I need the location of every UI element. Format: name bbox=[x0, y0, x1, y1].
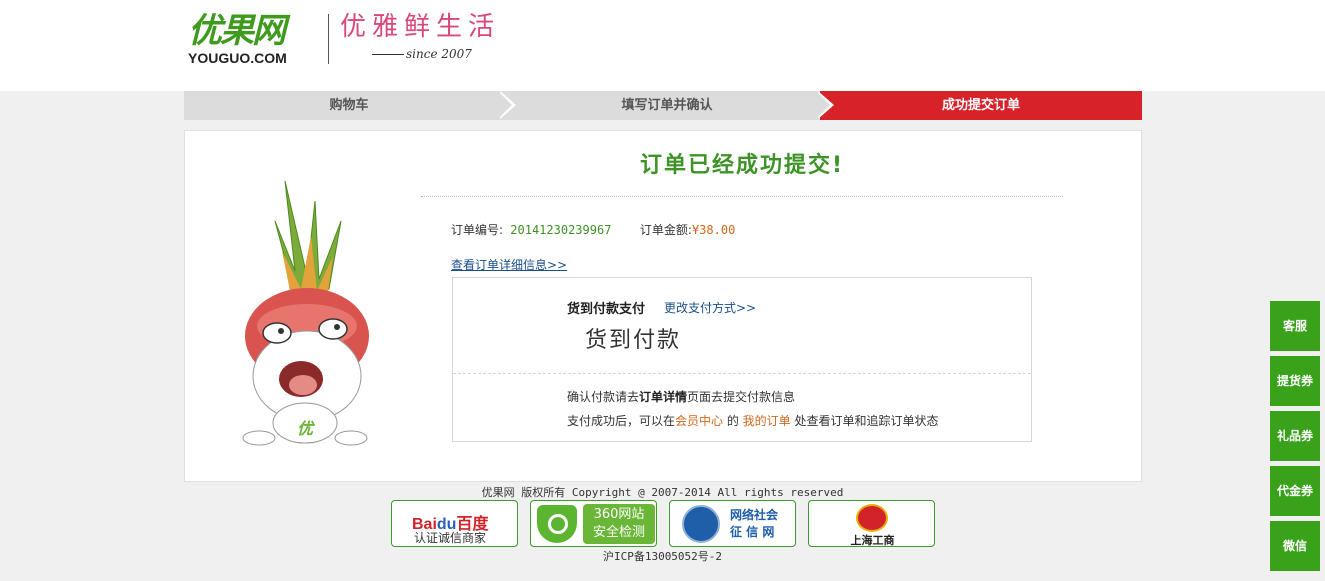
shanghai-business-text: 上海工商 bbox=[850, 534, 895, 547]
order-amount-value: ¥38.00 bbox=[691, 223, 736, 237]
sidebar-gift-voucher-button[interactable]: 礼品券 bbox=[1270, 411, 1320, 461]
change-payment-link[interactable]: 更改支付方式>> bbox=[664, 299, 756, 316]
payment-method-name: 货到付款 bbox=[585, 328, 682, 353]
globe-icon bbox=[682, 505, 720, 543]
baidu-badge-text: 认证诚信商家 bbox=[414, 531, 487, 545]
security-check-360-badge[interactable]: 360网站 安全检测 bbox=[530, 500, 657, 547]
logo-domain: YOUGUO.COM bbox=[188, 50, 287, 66]
step-arrow bbox=[498, 91, 512, 119]
success-title: 订单已经成功提交! bbox=[421, 151, 1063, 197]
order-amount-label: 订单金额: bbox=[639, 223, 692, 237]
shanghai-business-badge[interactable]: 上海工商 bbox=[808, 500, 935, 547]
order-number-value: 20141230239967 bbox=[510, 223, 612, 237]
step-arrow bbox=[816, 91, 830, 119]
after-payment-text: 支付成功后，可以在会员中心 的 我的订单 处查看订单和追踪订单状态 bbox=[567, 414, 939, 428]
payment-method-label: 货到付款支付 bbox=[567, 302, 646, 317]
checkout-steps: 购物车 填写订单并确认 成功提交订单 bbox=[184, 91, 1142, 120]
baidu-certification-badge[interactable]: Baidu百度 认证诚信商家 bbox=[391, 500, 518, 547]
payment-box: 货到付款支付 更改支付方式>> 货到付款 确认付款请去订单详情页面去提交付款信息… bbox=[452, 277, 1032, 442]
social-credit-text: 网络社会征 信 网 bbox=[730, 508, 779, 539]
order-details-emphasis: 订单详情 bbox=[639, 390, 688, 404]
icp-license: 沪ICP备13005052号-2 bbox=[602, 550, 723, 563]
mascot-illustration: 优 bbox=[242, 180, 369, 446]
site-header: 优果网 YOUGUO.COM 优雅鲜生活 since 2007 bbox=[0, 0, 1325, 91]
security-check-360-text: 360网站 安全检测 bbox=[583, 504, 655, 544]
step-cart: 购物车 bbox=[184, 91, 514, 120]
order-number-label: 订单编号: bbox=[451, 223, 504, 237]
logo-divider bbox=[328, 14, 329, 64]
slogan: 优雅鲜生活 bbox=[340, 12, 501, 42]
site-logo[interactable]: 优果网 YOUGUO.COM bbox=[188, 12, 318, 66]
social-credit-badge[interactable]: 网络社会征 信 网 bbox=[669, 500, 796, 547]
view-order-details-link[interactable]: 查看订单详细信息>> bbox=[451, 256, 567, 273]
copyright-text: 优果网 版权所有 Copyright @ 2007-2014 All right… bbox=[481, 486, 844, 499]
my-orders-link[interactable]: 我的订单 bbox=[743, 414, 791, 428]
sidebar-customer-service-button[interactable]: 客服 bbox=[1270, 301, 1320, 351]
sidebar-cash-voucher-button[interactable]: 代金券 bbox=[1270, 466, 1320, 516]
sidebar-pickup-voucher-button[interactable]: 提货券 bbox=[1270, 356, 1320, 406]
shield-search-icon bbox=[537, 505, 577, 543]
step-fill-order: 填写订单并确认 bbox=[502, 91, 832, 120]
order-info: 订单编号: 20141230239967 订单金额:¥38.00 bbox=[451, 221, 735, 238]
since-text: since 2007 bbox=[372, 47, 472, 61]
logo-chinese: 优果网 bbox=[188, 11, 286, 51]
sidebar-wechat-button[interactable]: 微信 bbox=[1270, 521, 1320, 571]
step-submitted: 成功提交订单 bbox=[820, 91, 1142, 120]
national-emblem-icon bbox=[856, 504, 888, 532]
member-center-link[interactable]: 会员中心 bbox=[675, 414, 723, 428]
confirm-payment-text: 确认付款请去订单详情页面去提交付款信息 bbox=[567, 390, 796, 404]
order-success-panel: 优 订单已经成功提交! 订单编号: 20141230239967 订单金额:¥3… bbox=[184, 130, 1142, 482]
payment-divider bbox=[453, 373, 1031, 374]
